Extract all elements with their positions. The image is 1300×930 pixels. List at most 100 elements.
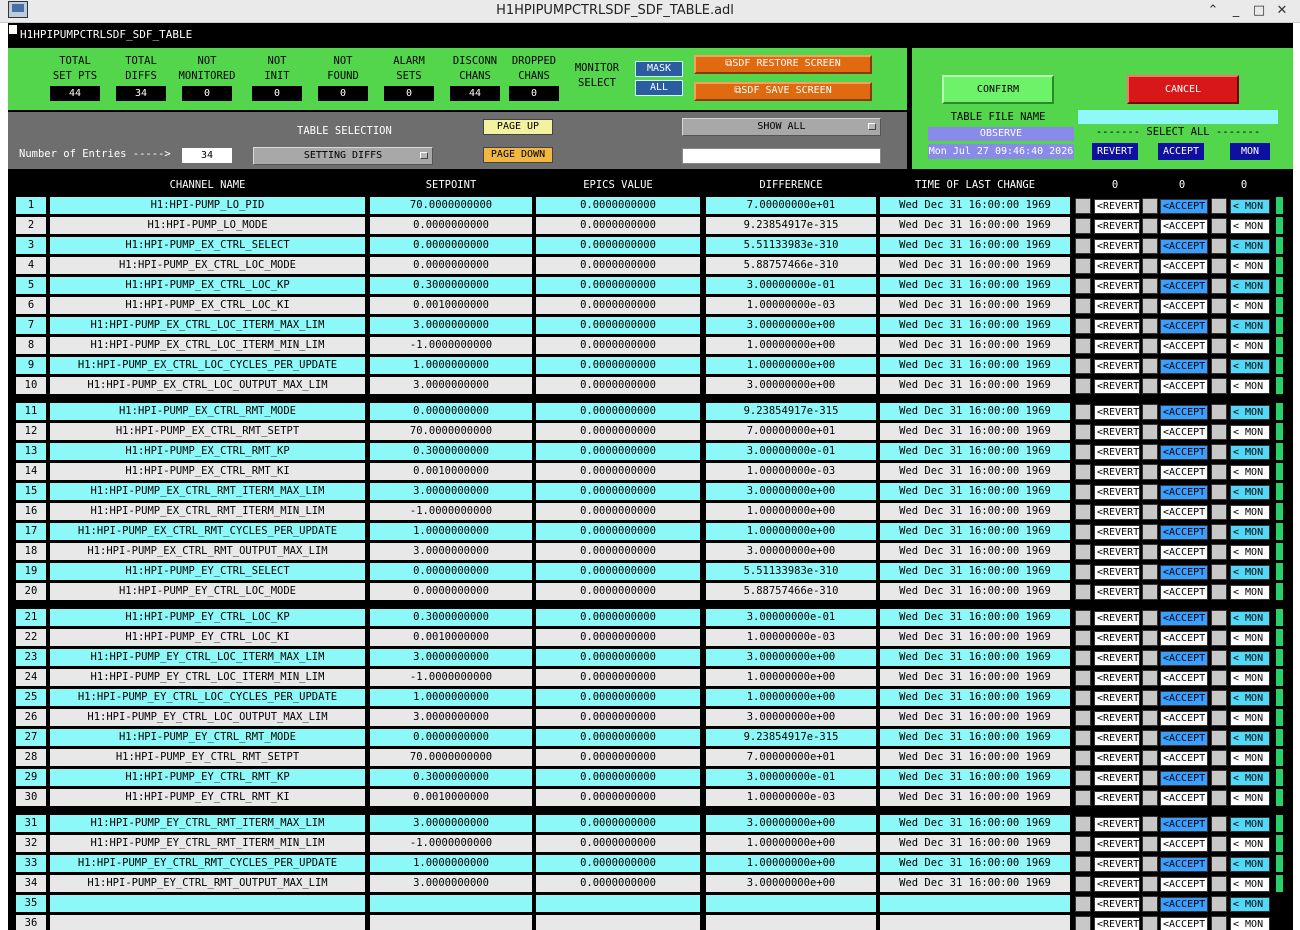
accept-button[interactable]: <ACCEPT [1160,565,1208,580]
revert-checkbox[interactable] [1075,298,1091,314]
accept-checkbox[interactable] [1142,790,1158,806]
revert-checkbox[interactable] [1075,630,1091,646]
accept-button[interactable]: <ACCEPT [1160,751,1208,766]
accept-button[interactable]: <ACCEPT [1160,239,1208,254]
revert-button[interactable]: <REVERT [1094,379,1140,394]
accept-button[interactable]: <ACCEPT [1160,379,1208,394]
revert-button[interactable]: <REVERT [1094,897,1140,912]
mon-button[interactable]: < MON [1230,611,1270,626]
revert-checkbox[interactable] [1075,916,1091,930]
mon-button[interactable]: < MON [1230,837,1270,852]
accept-checkbox[interactable] [1142,856,1158,872]
mon-checkbox[interactable] [1211,298,1227,314]
accept-button[interactable]: <ACCEPT [1160,359,1208,374]
page-down-button[interactable]: PAGE DOWN [483,147,553,163]
revert-checkbox[interactable] [1075,790,1091,806]
filter-input[interactable] [682,148,881,164]
revert-button[interactable]: <REVERT [1094,631,1140,646]
revert-checkbox[interactable] [1075,424,1091,440]
accept-button[interactable]: <ACCEPT [1160,199,1208,214]
sdf-restore-button[interactable]: ⧉SDF RESTORE SCREEN [694,55,872,74]
mon-checkbox[interactable] [1211,876,1227,892]
revert-checkbox[interactable] [1075,584,1091,600]
accept-button[interactable]: <ACCEPT [1160,857,1208,872]
mon-checkbox[interactable] [1211,524,1227,540]
accept-button[interactable]: <ACCEPT [1160,525,1208,540]
mon-button[interactable]: < MON [1230,465,1270,480]
revert-button[interactable]: <REVERT [1094,565,1140,580]
mon-button[interactable]: < MON [1230,631,1270,646]
mon-button[interactable]: < MON [1230,771,1270,786]
accept-button[interactable]: <ACCEPT [1160,631,1208,646]
shade-button[interactable]: ⌃ [1203,2,1223,20]
accept-button[interactable]: <ACCEPT [1160,465,1208,480]
mask-button[interactable]: MASK [635,61,683,77]
mon-button[interactable]: < MON [1230,651,1270,666]
select-all-revert-button[interactable]: REVERT [1092,143,1138,160]
mon-checkbox[interactable] [1211,444,1227,460]
revert-checkbox[interactable] [1075,564,1091,580]
select-all-mon-button[interactable]: MON [1230,143,1270,160]
revert-checkbox[interactable] [1075,876,1091,892]
revert-checkbox[interactable] [1075,484,1091,500]
revert-button[interactable]: <REVERT [1094,465,1140,480]
accept-checkbox[interactable] [1142,770,1158,786]
sdf-save-button[interactable]: ⧉SDF SAVE SCREEN [694,82,872,101]
revert-checkbox[interactable] [1075,896,1091,912]
accept-button[interactable]: <ACCEPT [1160,219,1208,234]
mon-button[interactable]: < MON [1230,751,1270,766]
accept-button[interactable]: <ACCEPT [1160,897,1208,912]
mon-checkbox[interactable] [1211,544,1227,560]
accept-button[interactable]: <ACCEPT [1160,837,1208,852]
accept-button[interactable]: <ACCEPT [1160,711,1208,726]
accept-checkbox[interactable] [1142,896,1158,912]
accept-button[interactable]: <ACCEPT [1160,339,1208,354]
confirm-button[interactable]: CONFIRM [942,75,1054,104]
mon-checkbox[interactable] [1211,896,1227,912]
mon-button[interactable]: < MON [1230,199,1270,214]
revert-button[interactable]: <REVERT [1094,545,1140,560]
mon-checkbox[interactable] [1211,770,1227,786]
accept-checkbox[interactable] [1142,298,1158,314]
mon-button[interactable]: < MON [1230,299,1270,314]
revert-checkbox[interactable] [1075,610,1091,626]
mon-button[interactable]: < MON [1230,711,1270,726]
revert-checkbox[interactable] [1075,464,1091,480]
mon-checkbox[interactable] [1211,790,1227,806]
mon-button[interactable]: < MON [1230,545,1270,560]
mon-checkbox[interactable] [1211,318,1227,334]
revert-button[interactable]: <REVERT [1094,239,1140,254]
mon-checkbox[interactable] [1211,404,1227,420]
revert-button[interactable]: <REVERT [1094,425,1140,440]
mon-button[interactable]: < MON [1230,671,1270,686]
page-up-button[interactable]: PAGE UP [483,119,553,135]
mon-checkbox[interactable] [1211,464,1227,480]
accept-button[interactable]: <ACCEPT [1160,485,1208,500]
revert-checkbox[interactable] [1075,816,1091,832]
revert-checkbox[interactable] [1075,378,1091,394]
mon-checkbox[interactable] [1211,198,1227,214]
mon-checkbox[interactable] [1211,630,1227,646]
mon-checkbox[interactable] [1211,816,1227,832]
mon-checkbox[interactable] [1211,258,1227,274]
mon-checkbox[interactable] [1211,424,1227,440]
accept-checkbox[interactable] [1142,524,1158,540]
accept-checkbox[interactable] [1142,630,1158,646]
mon-checkbox[interactable] [1211,856,1227,872]
revert-button[interactable]: <REVERT [1094,359,1140,374]
mon-button[interactable]: < MON [1230,239,1270,254]
mon-checkbox[interactable] [1211,730,1227,746]
all-button[interactable]: ALL [635,80,683,96]
accept-button[interactable]: <ACCEPT [1160,405,1208,420]
revert-checkbox[interactable] [1075,836,1091,852]
show-all-dropdown[interactable]: SHOW ALL [682,118,881,136]
revert-checkbox[interactable] [1075,278,1091,294]
accept-checkbox[interactable] [1142,358,1158,374]
close-button[interactable]: ✕ [1272,2,1292,20]
mon-button[interactable]: < MON [1230,791,1270,806]
accept-button[interactable]: <ACCEPT [1160,771,1208,786]
revert-button[interactable]: <REVERT [1094,219,1140,234]
minimize-button[interactable]: _ [1226,2,1246,20]
accept-button[interactable]: <ACCEPT [1160,671,1208,686]
mon-button[interactable]: < MON [1230,405,1270,420]
